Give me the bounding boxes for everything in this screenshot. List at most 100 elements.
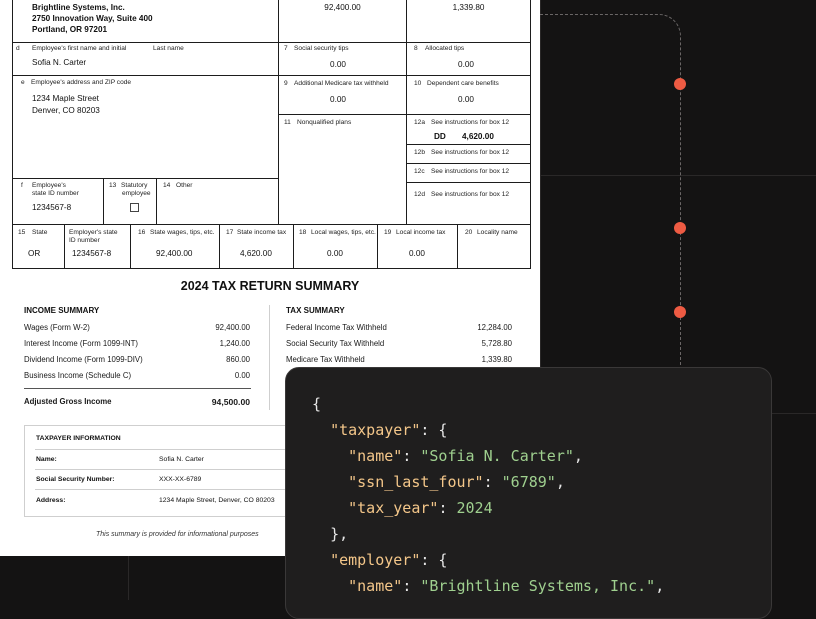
box-12a-label: See instructions for box 12	[431, 119, 510, 126]
box-12a-code: DD	[434, 132, 446, 141]
employee-address-line2: Denver, CO 80203	[32, 106, 100, 115]
box-13-label-line1: Statutory	[121, 182, 148, 189]
box-15-state-id-value: 1234567-8	[72, 249, 112, 258]
box-16-num: 16	[138, 229, 146, 236]
box-12d-label: See instructions for box 12	[431, 191, 510, 198]
connector-dot	[674, 306, 686, 318]
code-line: },	[312, 525, 348, 543]
box-d-letter: d	[16, 45, 20, 52]
code-value: "Brightline Systems, Inc."	[420, 577, 656, 595]
box-19-value: 0.00	[409, 249, 425, 258]
info-rule	[35, 469, 325, 470]
info-name-value: Sofia N. Carter	[159, 456, 204, 463]
employee-address-line1: 1234 Maple Street	[32, 94, 99, 103]
box-16-label: State wages, tips, etc.	[150, 229, 215, 236]
info-address-label: Address:	[36, 497, 66, 504]
box-wages-top-value: 92,400.00	[324, 3, 361, 12]
income-total-rule	[24, 388, 251, 389]
box-15-num: 15	[18, 229, 26, 236]
income-row-amount: 92,400.00	[215, 323, 250, 332]
box-12d	[406, 182, 531, 225]
json-code-panel: { "taxpayer" : { "name": "Sofia N. Carter…	[285, 367, 772, 619]
box-12c-num: 12c	[414, 168, 425, 175]
grid-line	[128, 556, 129, 600]
box-10-value: 0.00	[458, 95, 474, 104]
code-line: {	[312, 395, 321, 413]
tax-row-label: Social Security Tax Withheld	[286, 339, 385, 348]
info-ssn-label: Social Security Number:	[36, 476, 115, 483]
code-line: "ssn_last_four": "6789",	[348, 473, 565, 491]
box-20-label: Locality name	[477, 229, 518, 236]
code-line: "name": "Sofia N. Carter",	[348, 447, 583, 465]
tax-row-amount: 5,728.80	[481, 339, 512, 348]
info-rule	[35, 489, 325, 490]
box-10-label: Dependent care benefits	[427, 80, 499, 87]
employee-name: Sofia N. Carter	[32, 58, 87, 67]
box-12a-num: 12a	[414, 119, 426, 126]
code-line: "name": "Brightline Systems, Inc.",	[348, 577, 665, 595]
box-14-num: 14	[163, 182, 171, 189]
summary-title: 2024 TAX RETURN SUMMARY	[180, 279, 360, 293]
employer-address-line2: Portland, OR 97201	[32, 25, 108, 34]
income-row-label: Dividend Income (Form 1099-DIV)	[24, 355, 143, 364]
income-row-amount: 860.00	[226, 355, 250, 364]
tax-row-amount: 1,339.80	[481, 355, 512, 364]
statutory-employee-checkbox[interactable]	[130, 203, 139, 212]
income-row-label: Interest Income (Form 1099-INT)	[24, 339, 138, 348]
grid-line	[770, 413, 816, 414]
income-row-label: Wages (Form W-2)	[24, 323, 90, 332]
box-11	[278, 114, 407, 225]
tax-row-label: Medicare Tax Withheld	[286, 355, 365, 364]
box-15-state-id-label-line2: ID number	[69, 237, 100, 244]
code-key: "tax_year"	[348, 499, 439, 517]
agi-label: Adjusted Gross Income	[24, 397, 112, 406]
dashed-connector	[540, 14, 681, 375]
box-f-letter: f	[21, 182, 23, 189]
code-line: "employer": {	[312, 551, 447, 569]
box-d-last-label: Last name	[153, 45, 184, 52]
box-17-num: 17	[226, 229, 234, 236]
box-7-value: 0.00	[330, 60, 346, 69]
code-key: "ssn_last_four"	[348, 473, 484, 491]
box-8-label: Allocated tips	[425, 45, 465, 52]
box-7-label: Social security tips	[294, 45, 349, 52]
connector-dot	[674, 222, 686, 234]
box-12a-value: 4,620.00	[462, 132, 494, 141]
box-11-num: 11	[284, 119, 291, 126]
code-brace: {	[312, 395, 322, 413]
box-9-num: 9	[284, 80, 288, 87]
info-name-label: Name:	[36, 456, 57, 463]
tax-row-amount: 12,284.00	[477, 323, 512, 332]
box-18-num: 18	[299, 229, 307, 236]
summary-column-divider	[269, 305, 270, 410]
box-9-value: 0.00	[330, 95, 346, 104]
tax-row-label: Federal Income Tax Withheld	[286, 323, 387, 332]
income-row-amount: 1,240.00	[219, 339, 250, 348]
box-19-label: Local income tax	[396, 229, 446, 236]
tax-summary-heading: TAX SUMMARY	[286, 306, 345, 315]
box-15-label: State	[32, 229, 48, 236]
employer-address-line1: 2750 Innovation Way, Suite 400	[32, 14, 153, 23]
box-17-label: State income tax	[237, 229, 287, 236]
box-e	[12, 75, 279, 179]
code-key: "taxpayer"	[330, 421, 421, 439]
box-e-letter: e	[21, 79, 25, 86]
agi-amount: 94,500.00	[211, 397, 250, 407]
code-punct: : {	[420, 551, 448, 569]
code-value: 2024	[456, 499, 493, 517]
box-20-num: 20	[465, 229, 473, 236]
income-summary-heading: INCOME SUMMARY	[24, 306, 100, 315]
box-10-num: 10	[414, 80, 422, 87]
info-ssn-value: XXX-XX-6789	[159, 476, 202, 483]
employer-name: Brightline Systems, Inc.	[32, 3, 125, 12]
box-11-label: Nonqualified plans	[297, 119, 352, 126]
box-12b-label: See instructions for box 12	[431, 149, 510, 156]
box-17-value: 4,620.00	[240, 249, 272, 258]
code-value: "Sofia N. Carter"	[420, 447, 574, 465]
code-key: "employer"	[330, 551, 421, 569]
box-14	[156, 178, 279, 225]
box-7-num: 7	[284, 45, 288, 52]
box-e-label: Employee's address and ZIP code	[31, 79, 132, 86]
box-12b-num: 12b	[414, 149, 426, 156]
box-18-label: Local wages, tips, etc.	[311, 229, 376, 236]
